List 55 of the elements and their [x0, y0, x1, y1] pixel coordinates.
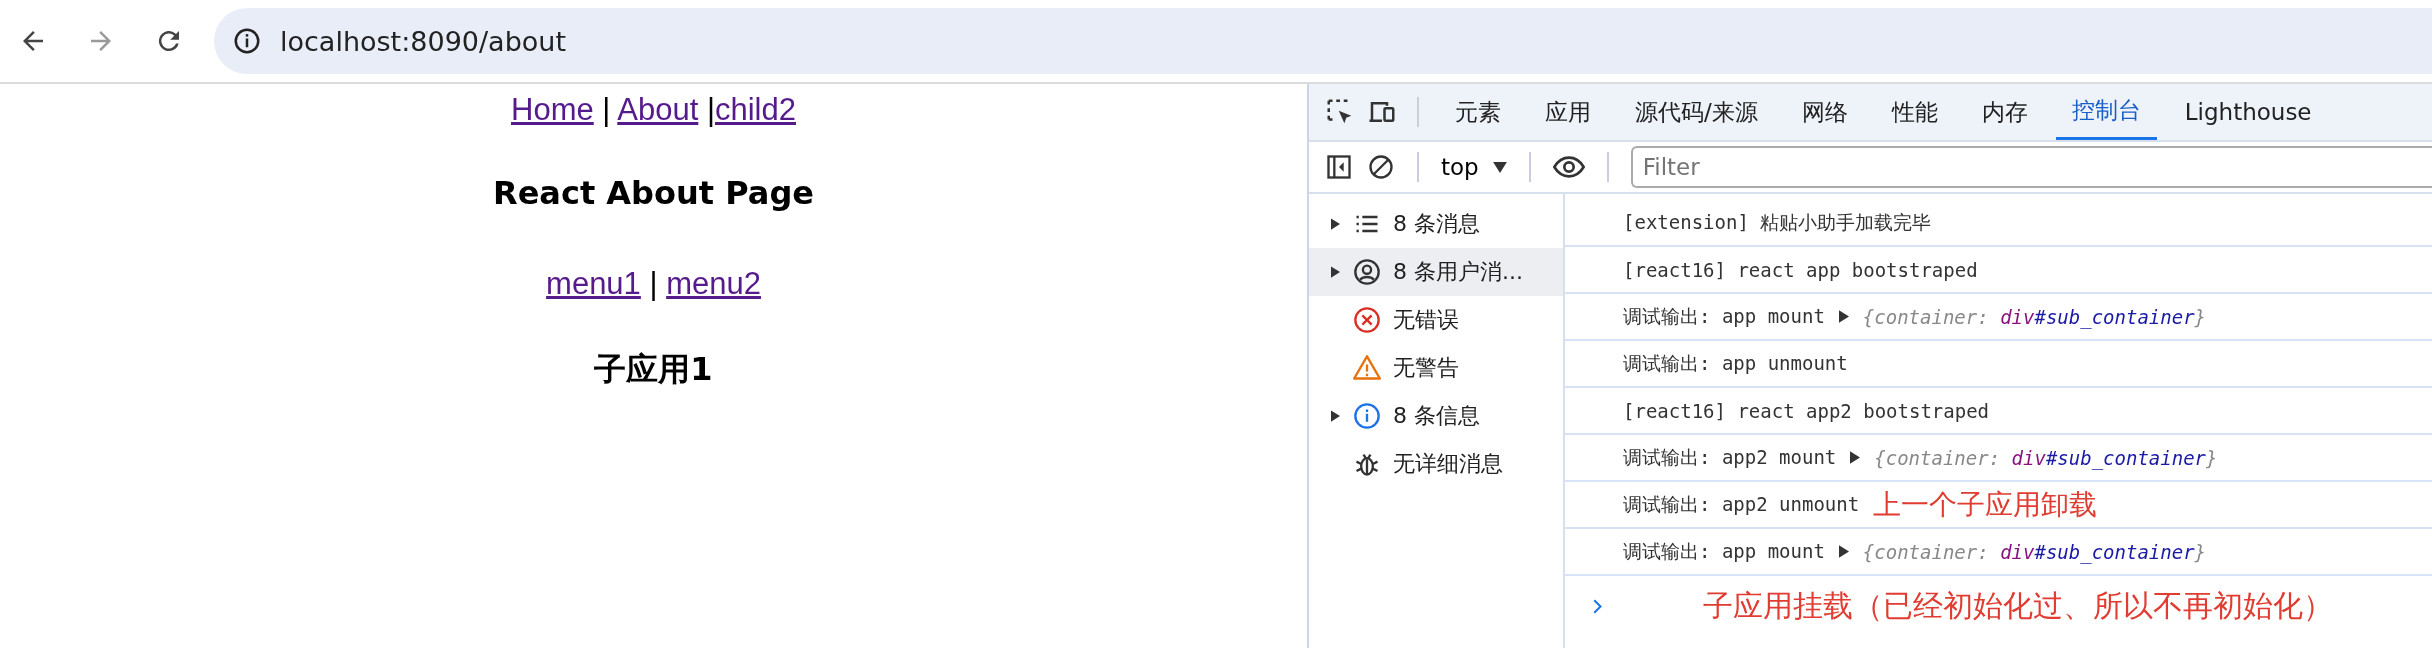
error-icon [1353, 306, 1381, 334]
message-filter-item[interactable]: 无警告 [1309, 344, 1563, 392]
warning-icon [1353, 354, 1381, 382]
expand-icon[interactable] [1838, 310, 1849, 323]
address-bar[interactable]: localhost:8090/about [214, 8, 2432, 74]
annotation: 子应用挂载（已经初始化过、所以不再初始化） [1703, 586, 2333, 625]
log-message: 调试输出: app mount [1623, 303, 1825, 329]
object-preview[interactable]: {container: div#sub_container} [1862, 540, 2207, 563]
sidebar-toggle-icon[interactable] [1325, 153, 1353, 181]
separator: | [601, 92, 612, 127]
nav-link[interactable]: About [617, 92, 699, 127]
log-message: 调试输出: app2 mount [1623, 444, 1837, 470]
annotation: 上一个子应用卸载 [1873, 486, 2098, 523]
devtools-tab[interactable]: 内存 [1965, 84, 2044, 140]
expand-icon [1331, 410, 1340, 422]
log-message: 调试输出: app mount [1623, 538, 1825, 564]
prompt-chevron-icon [1593, 598, 1603, 614]
message-filter-item[interactable]: 8 条信息 [1309, 392, 1563, 440]
message-filter-item[interactable]: 8 条消息 [1309, 200, 1563, 248]
page-title: React About Page [493, 174, 814, 212]
nav-link[interactable]: child2 [715, 92, 796, 127]
devtools-tab[interactable]: 元素 [1439, 84, 1517, 140]
message-filter-item[interactable]: 无错误 [1309, 296, 1563, 344]
log-message: [react16] react app2 bootstraped [1623, 399, 1990, 422]
devtools-tab[interactable]: Lighthouse [2168, 84, 2328, 140]
expand-icon [1331, 266, 1340, 278]
caret-icon [1492, 161, 1507, 173]
log-message: [react16] react app bootstraped [1623, 258, 1978, 281]
menu-link[interactable]: menu1 [546, 266, 641, 301]
nav-link[interactable]: Home [511, 92, 594, 127]
devtools-tab[interactable]: 源代码/来源 [1619, 84, 1774, 140]
clear-icon[interactable] [1367, 153, 1395, 181]
log-message: [extension] 粘贴小助手加载完毕 [1623, 209, 1932, 235]
object-preview[interactable]: {container: div#sub_container} [1862, 305, 2207, 328]
separator: | [705, 92, 715, 127]
expand-icon[interactable] [1838, 545, 1849, 558]
message-filter-item[interactable]: 无详细消息 [1309, 440, 1563, 488]
message-filter-item[interactable]: 8 条用户消... [1309, 248, 1563, 296]
expand-icon[interactable] [1850, 451, 1861, 464]
log-message: 调试输出: app unmount [1623, 350, 1848, 376]
devtools-tab[interactable]: 性能 [1875, 84, 1954, 140]
log-message: 调试输出: app2 unmount [1623, 491, 1860, 517]
info-icon[interactable] [232, 26, 262, 56]
devtools-tab[interactable]: 控制台 [2055, 84, 2157, 140]
devtools-tab[interactable]: 应用 [1529, 84, 1607, 140]
menu-link[interactable]: menu2 [666, 266, 761, 301]
sub-app-heading: 子应用1 [594, 349, 713, 390]
devtools-tab[interactable]: 网络 [1785, 84, 1864, 140]
separator: | [648, 266, 659, 301]
user-icon [1353, 258, 1381, 286]
filter-field[interactable]: Filter [1630, 146, 2432, 188]
object-preview[interactable]: {container: div#sub_container} [1874, 446, 2218, 469]
info-icon [1353, 402, 1381, 430]
context-dropdown[interactable]: top [1441, 154, 1507, 180]
expand-icon [1331, 218, 1340, 230]
